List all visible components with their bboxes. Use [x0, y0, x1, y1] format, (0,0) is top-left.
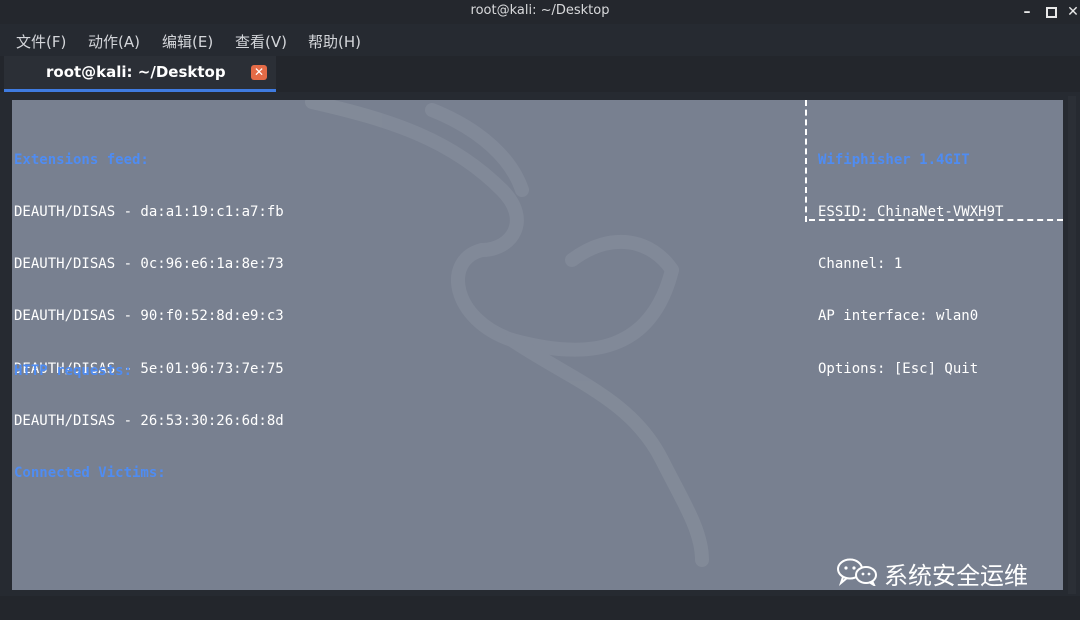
close-button[interactable]: ✕ — [1062, 1, 1080, 23]
info-panel: Wifiphisher 1.4GIT ESSID: ChinaNet-VWXH9… — [818, 117, 1003, 413]
menu-edit[interactable]: 编辑(E) — [162, 31, 213, 52]
tab-close-button[interactable]: ✕ — [251, 65, 267, 80]
ap-interface-line: AP interface: wlan0 — [818, 308, 979, 325]
tab-desktop[interactable]: root@kali: ~/Desktop ✕ — [4, 56, 276, 92]
tab-label: root@kali: ~/Desktop — [46, 63, 226, 81]
maximize-button[interactable] — [1040, 1, 1062, 23]
feed-line: DEAUTH/DISAS - 26:53:30:26:6d:8d — [14, 412, 284, 429]
feed-line: DEAUTH/DISAS - 90:f0:52:8d:e9:c3 — [14, 308, 284, 325]
window-bottom-edge — [0, 596, 1080, 620]
menu-action[interactable]: 动作(A) — [88, 31, 140, 52]
menu-view[interactable]: 查看(V) — [235, 31, 287, 52]
channel-line: Channel: 1 — [818, 256, 903, 273]
feed-line: DEAUTH/DISAS - 0c:96:e6:1a:8e:73 — [14, 256, 284, 273]
feed-block: Extensions feed: DEAUTH/DISAS - da:a1:19… — [14, 117, 284, 517]
watermark-text: 系统安全运维 — [884, 562, 1028, 590]
terminal-area[interactable]: Extensions feed: DEAUTH/DISAS - da:a1:19… — [12, 100, 1063, 590]
http-requests-header: HTTP requests: — [14, 362, 133, 379]
app-name: Wifiphisher 1.4GIT — [818, 151, 970, 168]
title-bar[interactable]: root@kali: ~/Desktop – ✕ — [0, 0, 1080, 24]
terminal-window: root@kali: ~/Desktop – ✕ 文件(F) 动作(A) 编辑(… — [0, 0, 1080, 620]
options-line: Options: [Esc] Quit — [818, 360, 979, 377]
menu-bar: 文件(F) 动作(A) 编辑(E) 查看(V) 帮助(H) — [0, 26, 1080, 56]
victims-header: Connected Victims: — [14, 465, 166, 482]
scrollbar[interactable] — [1068, 96, 1076, 594]
feed-line: DEAUTH/DISAS - da:a1:19:c1:a7:fb — [14, 204, 284, 221]
menu-file[interactable]: 文件(F) — [16, 31, 66, 52]
window-title: root@kali: ~/Desktop — [470, 3, 610, 18]
tab-bar: root@kali: ~/Desktop ✕ — [0, 56, 1080, 92]
minimize-button[interactable]: – — [1016, 1, 1038, 23]
maximize-icon — [1045, 6, 1057, 18]
extensions-header: Extensions feed: — [14, 151, 149, 168]
panel-divider-vertical — [805, 100, 807, 222]
menu-help[interactable]: 帮助(H) — [308, 31, 361, 52]
http-block: HTTP requests: — [14, 328, 132, 415]
essid-line: ESSID: ChinaNet-VWXH9T — [818, 204, 1004, 221]
wechat-icon — [837, 558, 877, 586]
